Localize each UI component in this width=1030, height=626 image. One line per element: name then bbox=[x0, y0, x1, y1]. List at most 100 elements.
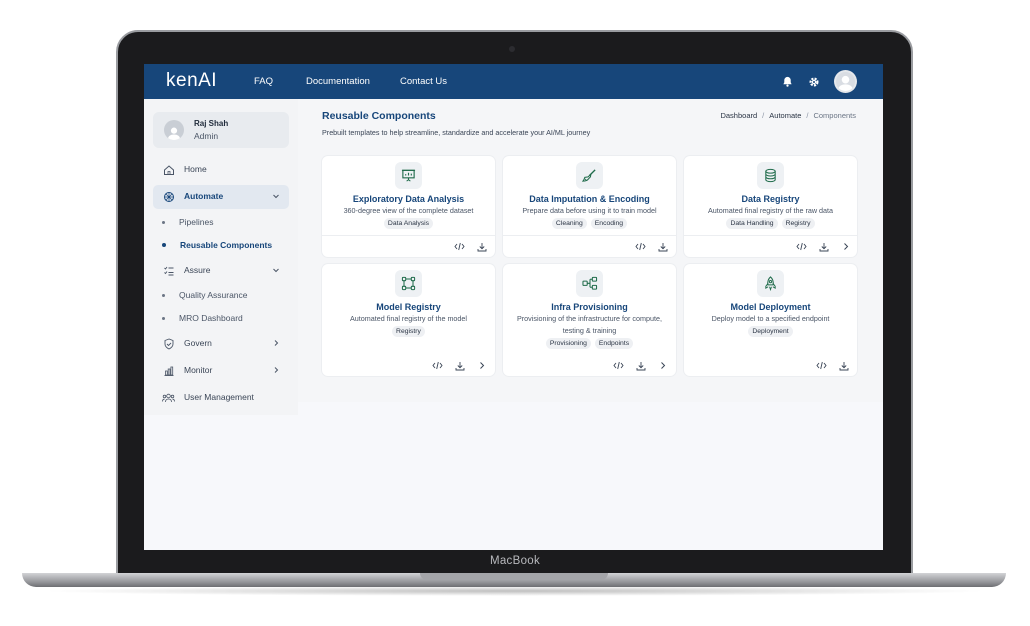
code-icon[interactable] bbox=[454, 241, 465, 252]
card-actions bbox=[613, 360, 668, 371]
nav-contact-us[interactable]: Contact Us bbox=[400, 76, 447, 87]
card-divider bbox=[503, 235, 676, 236]
card-description: Automated final registry of the model bbox=[349, 314, 468, 323]
sidebar-subitem-quality-assurance[interactable]: Quality Assurance bbox=[162, 287, 248, 303]
component-card-model-registry[interactable]: Model Registry Automated final registry … bbox=[322, 264, 495, 376]
card-tags: Provisioning Endpoints bbox=[503, 338, 676, 349]
sidebar-subitem-label: MRO Dashboard bbox=[179, 313, 243, 323]
chevron-right-icon[interactable] bbox=[476, 360, 487, 371]
user-name: Raj Shah bbox=[194, 119, 229, 128]
download-icon[interactable] bbox=[454, 360, 465, 371]
component-card-eda[interactable]: Exploratory Data Analysis 360-degree vie… bbox=[322, 156, 495, 257]
download-icon[interactable] bbox=[476, 241, 487, 252]
code-icon[interactable] bbox=[796, 241, 807, 252]
sidebar-item-label: User Management bbox=[184, 392, 254, 402]
code-icon[interactable] bbox=[432, 360, 443, 371]
download-icon[interactable] bbox=[657, 241, 668, 252]
code-icon[interactable] bbox=[613, 360, 624, 371]
sidebar-item-user-management[interactable]: User Management bbox=[153, 386, 289, 410]
card-title: Infra Provisioning bbox=[551, 302, 628, 312]
chevron-right-icon[interactable] bbox=[657, 360, 668, 371]
card-title: Data Registry bbox=[741, 194, 800, 204]
download-icon[interactable] bbox=[635, 360, 646, 371]
card-description: 360-degree view of the complete dataset bbox=[343, 206, 474, 215]
tag: Endpoints bbox=[594, 338, 634, 349]
tag: Registry bbox=[392, 326, 425, 337]
chevron-right-icon[interactable] bbox=[271, 365, 281, 375]
card-title: Model Registry bbox=[376, 302, 441, 312]
tag: Cleaning bbox=[551, 218, 587, 229]
bar-chart-icon bbox=[162, 364, 175, 377]
card-divider bbox=[684, 235, 857, 236]
rocket-icon bbox=[757, 270, 784, 297]
nav-documentation[interactable]: Documentation bbox=[306, 76, 370, 87]
sidebar-item-automate[interactable]: Automate bbox=[153, 185, 289, 209]
gear-icon[interactable] bbox=[807, 75, 820, 88]
sidebar-item-monitor[interactable]: Monitor bbox=[153, 359, 289, 383]
sidebar-subitem-label: Reusable Components bbox=[180, 240, 273, 250]
home-icon bbox=[162, 163, 175, 176]
component-card-infra-provisioning[interactable]: Infra Provisioning Provisioning of the i… bbox=[503, 264, 676, 376]
chevron-down-icon[interactable] bbox=[271, 191, 281, 201]
card-actions bbox=[635, 241, 668, 252]
webcam bbox=[509, 46, 515, 52]
breadcrumb-components: Components bbox=[813, 111, 856, 120]
page-subtitle: Prebuilt templates to help streamline, s… bbox=[322, 128, 591, 137]
users-icon bbox=[162, 391, 175, 404]
bullet-icon bbox=[162, 220, 165, 224]
brush-icon bbox=[576, 162, 603, 189]
device-brand-label: MacBook bbox=[489, 555, 541, 567]
sidebar-item-home[interactable]: Home bbox=[153, 158, 289, 182]
network-nodes-icon bbox=[395, 270, 422, 297]
sidebar-subitem-pipelines[interactable]: Pipelines bbox=[162, 214, 214, 230]
top-navbar: kenAI FAQ Documentation Contact Us bbox=[144, 64, 883, 99]
card-actions bbox=[796, 241, 851, 252]
card-description: Provisioning of the infrastructure for c… bbox=[516, 314, 663, 335]
breadcrumb-separator: / bbox=[762, 111, 765, 120]
breadcrumb-dashboard[interactable]: Dashboard bbox=[720, 111, 757, 120]
user-card[interactable]: Raj Shah Admin bbox=[153, 112, 289, 148]
tag: Provisioning bbox=[545, 338, 591, 349]
breadcrumb-automate[interactable]: Automate bbox=[769, 111, 801, 120]
download-icon[interactable] bbox=[818, 241, 829, 252]
card-divider bbox=[322, 235, 495, 236]
chevron-right-icon[interactable] bbox=[840, 241, 851, 252]
shield-icon bbox=[162, 337, 175, 350]
sidebar-item-label: Assure bbox=[184, 265, 211, 275]
tag: Registry bbox=[781, 218, 815, 229]
sidebar-item-label: Home bbox=[184, 164, 207, 174]
sidebar-subitem-mro-dashboard[interactable]: MRO Dashboard bbox=[162, 310, 243, 326]
sidebar-item-assure[interactable]: Assure bbox=[153, 259, 289, 283]
card-tags: Registry bbox=[322, 326, 495, 337]
app-logo[interactable]: kenAI bbox=[166, 70, 217, 92]
download-icon[interactable] bbox=[838, 360, 849, 371]
card-title: Model Deployment bbox=[730, 302, 811, 312]
laptop-shadow bbox=[40, 586, 990, 596]
checklist-icon bbox=[162, 264, 175, 277]
bell-icon[interactable] bbox=[781, 75, 794, 88]
tag: Encoding bbox=[590, 218, 628, 229]
database-icon bbox=[757, 162, 784, 189]
bullet-icon bbox=[162, 243, 166, 247]
component-card-data-registry[interactable]: Data Registry Automated final registry o… bbox=[684, 156, 857, 257]
chevron-down-icon[interactable] bbox=[271, 265, 281, 275]
code-icon[interactable] bbox=[635, 241, 646, 252]
laptop-notch bbox=[420, 573, 608, 580]
card-tags: Cleaning Encoding bbox=[503, 218, 676, 229]
code-icon[interactable] bbox=[816, 360, 827, 371]
sidebar-item-label: Govern bbox=[184, 338, 212, 348]
nav-faq[interactable]: FAQ bbox=[254, 76, 273, 87]
card-actions bbox=[454, 241, 487, 252]
user-avatar-top[interactable] bbox=[834, 70, 857, 93]
sidebar-item-govern[interactable]: Govern bbox=[153, 332, 289, 356]
sidebar-subitem-reusable-components[interactable]: Reusable Components bbox=[162, 237, 272, 253]
sidebar-item-label: Monitor bbox=[184, 365, 213, 375]
component-card-model-deployment[interactable]: Model Deployment Deploy model to a speci… bbox=[684, 264, 857, 376]
chevron-right-icon[interactable] bbox=[271, 338, 281, 348]
tag: Data Handling bbox=[726, 218, 778, 229]
card-description: Deploy model to a specified endpoint bbox=[711, 314, 830, 323]
component-card-imputation[interactable]: Data Imputation & Encoding Prepare data … bbox=[503, 156, 676, 257]
card-title: Data Imputation & Encoding bbox=[529, 194, 650, 204]
hierarchy-icon bbox=[576, 270, 603, 297]
tag: Deployment bbox=[748, 326, 793, 337]
